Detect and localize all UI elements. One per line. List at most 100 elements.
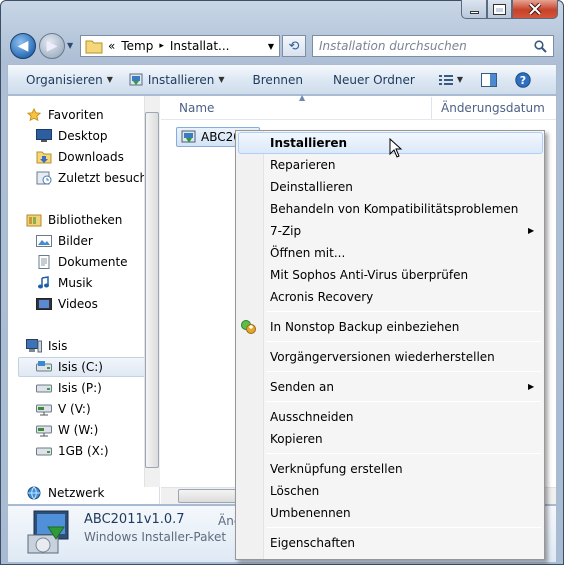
menu-separator	[266, 401, 541, 402]
libraries-header[interactable]: Bibliotheken	[26, 210, 122, 230]
menu-item-create-shortcut[interactable]: Verknüpfung erstellen	[270, 458, 403, 480]
address-segment-installation[interactable]: Installat...	[167, 39, 233, 53]
sidebar-item-drive-c[interactable]: Isis (C:)	[18, 357, 151, 377]
removable-drive-icon	[36, 447, 52, 456]
menu-item-cut[interactable]: Ausschneiden	[270, 406, 353, 428]
msi-package-large-icon	[27, 510, 69, 554]
organize-button[interactable]: Organisieren ▼	[8, 65, 121, 94]
menu-item-properties[interactable]: Eigenschaften	[270, 532, 355, 554]
favorites-label: Favoriten	[48, 108, 104, 122]
forward-button[interactable]: ▶	[39, 33, 65, 59]
organize-label: Organisieren	[26, 72, 103, 87]
computer-label: Isis	[48, 339, 68, 353]
menu-item-nonstop-backup[interactable]: In Nonstop Backup einbeziehen	[270, 316, 459, 338]
computer-icon	[26, 339, 42, 353]
favorites-header[interactable]: Favoriten	[26, 105, 104, 125]
details-file-type: Windows Installer-Paket	[84, 530, 227, 544]
sidebar-item-label: Zuletzt besucht	[58, 171, 152, 185]
menu-item-uninstall[interactable]: Deinstallieren	[270, 176, 353, 198]
view-list-icon	[438, 74, 453, 85]
sidebar-item-videos[interactable]: Videos	[36, 294, 98, 314]
menu-item-7zip[interactable]: 7-Zip	[270, 220, 301, 242]
install-label: Installieren	[147, 72, 215, 87]
star-icon	[26, 108, 42, 122]
drive-icon	[36, 384, 52, 393]
network-header[interactable]: Netzwerk	[26, 483, 104, 503]
minimize-button[interactable]	[461, 0, 487, 19]
views-button[interactable]: ▼	[423, 65, 471, 94]
network-label: Netzwerk	[48, 486, 105, 500]
burn-button[interactable]: Brennen	[233, 65, 311, 94]
command-bar: Organisieren ▼ Installieren ▼ Brennen Ne…	[7, 64, 557, 95]
history-dropdown-icon[interactable]: ▼	[67, 41, 73, 50]
computer-header[interactable]: Isis	[26, 336, 67, 356]
address-segment-temp[interactable]: Temp	[118, 39, 156, 53]
sidebar-item-label: V (V:)	[58, 402, 91, 416]
menu-item-previous-versions[interactable]: Vorgängerversionen wiederherstellen	[270, 346, 495, 368]
sidebar-item-label: 1GB (X:)	[58, 444, 109, 458]
sidebar-item-label: Desktop	[58, 129, 108, 143]
install-button[interactable]: Installieren ▼	[121, 65, 233, 94]
burn-label: Brennen	[252, 72, 304, 87]
menu-item-rename[interactable]: Umbenennen	[270, 502, 351, 524]
documents-icon	[38, 255, 50, 269]
menu-separator	[266, 341, 541, 342]
sidebar-item-music[interactable]: Musik	[36, 273, 93, 293]
refresh-button[interactable]: ⟲	[282, 35, 306, 57]
menu-item-install[interactable]: Installieren	[270, 132, 347, 154]
new-folder-label: Neuer Ordner	[333, 72, 415, 87]
column-divider[interactable]	[431, 97, 432, 119]
search-placeholder: Installation durchsuchen	[319, 39, 467, 53]
menu-item-send-to[interactable]: Senden an	[270, 376, 334, 398]
pictures-icon	[36, 235, 52, 247]
menu-item-delete[interactable]: Löschen	[270, 480, 319, 502]
menu-item-acronis-recovery[interactable]: Acronis Recovery	[270, 286, 373, 308]
sidebar-item-pictures[interactable]: Bilder	[36, 231, 93, 251]
address-separator-icon[interactable]: ▸	[156, 41, 167, 51]
sidebar-item-recent[interactable]: Zuletzt besucht	[36, 168, 152, 188]
sidebar-item-drive-p[interactable]: Isis (P:)	[36, 378, 102, 398]
back-button[interactable]: ◀	[10, 33, 36, 59]
help-button[interactable]: ?	[505, 65, 539, 94]
sort-ascending-icon: ▲	[299, 93, 306, 102]
downloads-folder-icon	[36, 151, 52, 164]
context-menu-icon-gutter	[236, 131, 264, 559]
sidebar-item-drive-x[interactable]: 1GB (X:)	[36, 441, 109, 461]
submenu-arrow-icon: ▶	[528, 226, 535, 235]
chevron-down-icon: ▼	[218, 75, 225, 84]
new-folder-button[interactable]: Neuer Ordner	[311, 65, 423, 94]
close-icon	[528, 3, 542, 15]
submenu-arrow-icon: ▶	[528, 382, 535, 391]
sidebar-item-label: Videos	[58, 297, 98, 311]
menu-item-sophos-scan[interactable]: Mit Sophos Anti-Virus überprüfen	[270, 264, 468, 286]
close-button[interactable]	[512, 0, 558, 19]
address-bar[interactable]: « Temp ▸ Installat...	[80, 35, 280, 57]
system-drive-icon	[36, 361, 52, 372]
menu-item-copy[interactable]: Kopieren	[270, 428, 323, 450]
sidebar-item-desktop[interactable]: Desktop	[36, 126, 108, 146]
address-dropdown-icon[interactable]: ▼	[262, 35, 280, 57]
sidebar-item-drive-v[interactable]: V (V:)	[36, 399, 91, 419]
column-modified[interactable]: Änderungsdatum	[441, 101, 545, 115]
menu-item-troubleshoot-compat[interactable]: Behandeln von Kompatibilitätsproblemen	[270, 198, 518, 220]
menu-item-open-with[interactable]: Öffnen mit...	[270, 242, 345, 264]
sidebar-item-documents[interactable]: Dokumente	[36, 252, 128, 272]
sidebar-item-downloads[interactable]: Downloads	[36, 147, 124, 167]
sidebar-scrollbar-thumb[interactable]	[145, 112, 159, 468]
menu-item-repair[interactable]: Reparieren	[270, 154, 335, 176]
sidebar-item-label: Downloads	[58, 150, 124, 164]
sidebar-item-label: Musik	[58, 276, 93, 290]
column-headers: Name ▲ Änderungsdatum	[161, 93, 556, 120]
menu-separator	[266, 371, 541, 372]
preview-pane-button[interactable]	[471, 65, 505, 94]
sidebar-item-drive-w[interactable]: W (W:)	[36, 420, 98, 440]
address-chevrons[interactable]: «	[105, 39, 118, 53]
sidebar-item-label: W (W:)	[58, 423, 99, 437]
maximize-button[interactable]	[487, 0, 512, 19]
details-file-name: ABC2011v1.0.7	[84, 512, 185, 527]
search-input[interactable]: Installation durchsuchen	[312, 35, 554, 57]
help-icon: ?	[515, 71, 531, 88]
maximize-icon	[493, 3, 506, 15]
navigation-pane: Favoriten Desktop Downloads Zuletzt besu…	[8, 96, 160, 504]
column-name[interactable]: Name	[179, 101, 214, 115]
